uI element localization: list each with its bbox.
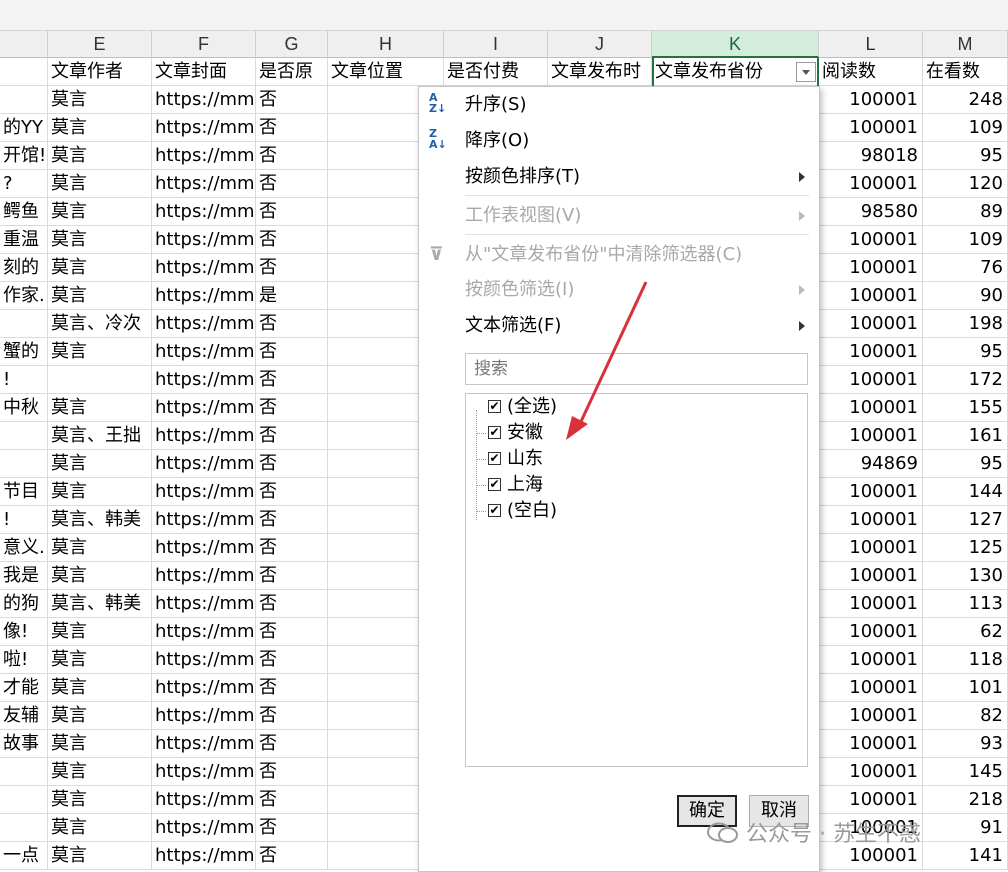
wechat-logo-icon: [707, 822, 738, 843]
annotation-arrow-icon: [566, 281, 648, 440]
watermark: 公众号 · 苏生不惑: [706, 816, 921, 848]
watermark-text: 公众号 · 苏生不惑: [746, 822, 921, 847]
